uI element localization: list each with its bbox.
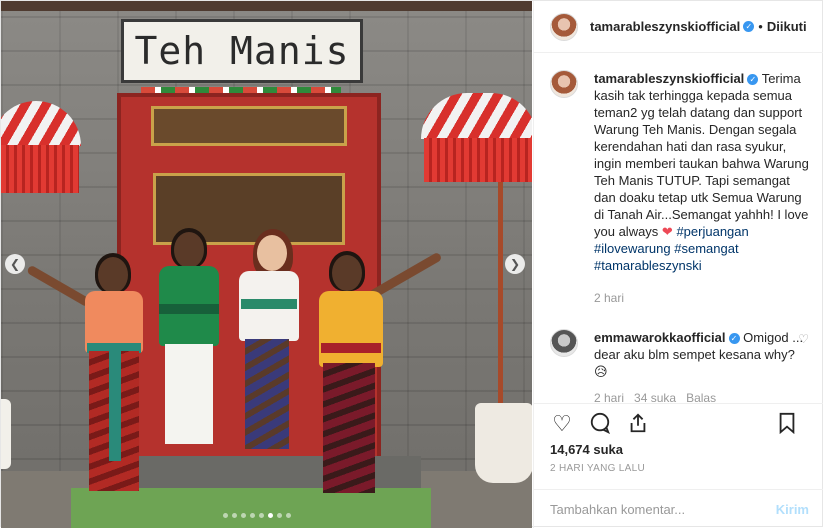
hashtag-link[interactable]: #ilovewarung	[594, 241, 671, 256]
carousel-dot	[241, 513, 246, 518]
carousel-dot	[223, 513, 228, 518]
verified-badge-icon: ✓	[728, 333, 740, 345]
shop-sign: Teh Manis	[121, 19, 363, 83]
umbrella-left	[1, 101, 81, 196]
comment-input[interactable]	[550, 501, 776, 517]
bookmark-icon[interactable]	[775, 412, 799, 436]
following-button[interactable]: Diikuti	[767, 19, 807, 34]
author-avatar[interactable]	[550, 12, 578, 41]
post-header: tamarableszynskiofficial ✓ • Diikuti	[534, 1, 823, 53]
comment-icon[interactable]	[588, 412, 612, 436]
post-side-panel: tamarableszynskiofficial ✓ • Diikuti tam…	[533, 1, 823, 528]
plant-pot	[475, 403, 532, 483]
heart-icon[interactable]: ♡	[550, 411, 574, 436]
comments-area: tamarableszynskiofficial ✓ Terima kasih t…	[534, 54, 823, 402]
caption-comment: tamarableszynskiofficial ✓ Terima kasih t…	[550, 70, 809, 307]
caption-timestamp[interactable]: 2 hari	[594, 290, 809, 307]
comment-item: emmawarokkaofficial ✓ Omigod ... dear aku…	[550, 329, 809, 402]
caption-text: Terima kasih tak terhingga kepada semua …	[594, 71, 809, 239]
author-username[interactable]: tamarableszynskiofficial	[590, 19, 740, 34]
add-comment-bar: Kirim	[534, 489, 823, 528]
hashtag-link[interactable]: #tamarableszynski	[594, 258, 702, 273]
header-separator: •	[758, 19, 763, 34]
comment-timestamp[interactable]: 2 hari	[594, 390, 624, 402]
person-yellow-kebaya	[301, 251, 443, 511]
share-icon[interactable]	[626, 412, 650, 436]
verified-badge-icon: ✓	[743, 21, 755, 32]
comment-like-heart-icon[interactable]: ♡	[798, 332, 809, 346]
commenter-username[interactable]: emmawarokkaofficial	[594, 330, 726, 345]
post-date[interactable]: 2 HARI YANG LALU	[550, 463, 645, 474]
send-comment-button[interactable]: Kirim	[776, 502, 809, 517]
comment-likes[interactable]: 34 suka	[634, 390, 676, 402]
hashtag-link[interactable]: #perjuangan	[676, 224, 748, 239]
hashtag-link[interactable]: #semangat	[674, 241, 738, 256]
person-green-kebaya	[149, 226, 229, 476]
carousel-dot	[277, 513, 282, 518]
next-photo-arrow-icon[interactable]: ❯	[505, 254, 525, 274]
verified-badge-icon: ✓	[747, 74, 759, 86]
person-white-kebaya	[227, 229, 307, 479]
carousel-dot	[268, 513, 273, 518]
umbrella-right	[421, 93, 532, 185]
red-heart-emoji: ❤	[661, 224, 673, 239]
reply-button[interactable]: Balas	[686, 390, 716, 402]
roof-edge	[1, 1, 532, 11]
commenter-avatar[interactable]	[550, 329, 578, 357]
caption-avatar[interactable]	[550, 70, 578, 98]
carved-panel-top	[151, 106, 347, 146]
carousel-dot	[250, 513, 255, 518]
carousel-dot	[232, 513, 237, 518]
action-bar: ♡	[534, 403, 823, 443]
like-count[interactable]: 14,674 suka	[550, 442, 623, 457]
instagram-post: Teh Manis ❮ ❯ tamarableszynskiofficial ✓…	[0, 0, 823, 528]
post-photo[interactable]: Teh Manis ❮ ❯	[1, 1, 532, 528]
carousel-dots	[223, 513, 291, 518]
plant-pot-left	[1, 399, 11, 469]
previous-photo-arrow-icon[interactable]: ❮	[5, 254, 25, 274]
caption-username[interactable]: tamarableszynskiofficial	[594, 71, 744, 86]
carousel-dot	[286, 513, 291, 518]
carousel-dot	[259, 513, 264, 518]
